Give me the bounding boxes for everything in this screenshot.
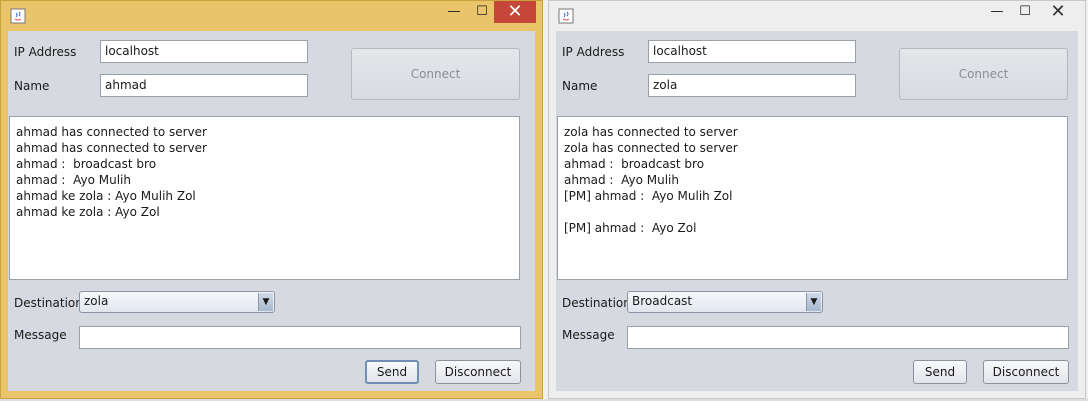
chat-log[interactable]: ahmad has connected to server ahmad has … — [9, 116, 520, 280]
send-button[interactable]: Send — [913, 360, 967, 384]
chat-log-line: zola has connected to server — [564, 141, 738, 155]
chat-log-line: [PM] ahmad : Ayo Zol — [564, 221, 697, 235]
maximize-icon[interactable]: ☐ — [1011, 1, 1039, 23]
chat-window-zola: — ☐ ✕ IP Address localhost Name zola Con… — [548, 0, 1086, 399]
chevron-down-icon[interactable]: ▼ — [258, 293, 273, 311]
message-label: Message — [562, 328, 615, 342]
java-app-icon — [558, 8, 574, 24]
chat-log-line: ahmad : broadcast bro — [564, 157, 705, 171]
disconnect-button[interactable]: Disconnect — [983, 360, 1069, 384]
connect-button[interactable]: Connect — [899, 48, 1068, 100]
destination-value: zola — [84, 294, 109, 308]
chat-log-line: ahmad has connected to server — [16, 125, 207, 139]
chat-log-line — [564, 204, 1061, 220]
title-bar[interactable]: — ☐ ✕ — [1, 1, 542, 31]
chat-log-line: zola has connected to server — [564, 125, 738, 139]
name-label: Name — [562, 79, 598, 93]
name-field[interactable]: ahmad — [100, 74, 308, 97]
ip-address-field[interactable]: localhost — [648, 40, 856, 63]
destination-label: Destination — [562, 296, 631, 310]
chat-log-line: [PM] ahmad : Ayo Mulih Zol — [564, 189, 733, 203]
chat-log-line: ahmad : broadcast bro — [16, 157, 157, 171]
message-field[interactable] — [627, 326, 1069, 349]
chat-panel: IP Address localhost Name zola Connect z… — [556, 31, 1078, 391]
title-bar[interactable]: — ☐ ✕ — [549, 1, 1085, 31]
ip-address-label: IP Address — [14, 45, 77, 59]
name-label: Name — [14, 79, 50, 93]
close-icon[interactable]: ✕ — [494, 1, 536, 23]
chat-window-ahmad: — ☐ ✕ IP Address localhost Name ahmad Co… — [0, 0, 543, 399]
chat-log-line: ahmad has connected to server — [16, 141, 207, 155]
close-icon[interactable]: ✕ — [1037, 1, 1079, 23]
chat-log[interactable]: zola has connected to server zola has co… — [557, 116, 1068, 280]
ip-address-field[interactable]: localhost — [100, 40, 308, 63]
message-field[interactable] — [79, 326, 521, 349]
destination-value: Broadcast — [632, 294, 693, 308]
chat-log-line: ahmad ke zola : Ayo Mulih Zol — [16, 189, 196, 203]
maximize-icon[interactable]: ☐ — [468, 1, 496, 23]
chevron-down-icon[interactable]: ▼ — [806, 293, 821, 311]
destination-label: Destination — [14, 296, 83, 310]
send-button[interactable]: Send — [365, 360, 419, 384]
connect-button[interactable]: Connect — [351, 48, 520, 100]
chat-log-line: ahmad : Ayo Mulih — [564, 173, 679, 187]
message-label: Message — [14, 328, 67, 342]
name-field[interactable]: zola — [648, 74, 856, 97]
chat-log-line: ahmad ke zola : Ayo Zol — [16, 205, 160, 219]
ip-address-label: IP Address — [562, 45, 625, 59]
disconnect-button[interactable]: Disconnect — [435, 360, 521, 384]
java-app-icon — [10, 8, 26, 24]
minimize-icon[interactable]: — — [983, 1, 1011, 23]
chat-log-line: ahmad : Ayo Mulih — [16, 173, 131, 187]
minimize-icon[interactable]: — — [440, 1, 468, 23]
destination-select[interactable]: zola ▼ — [79, 291, 275, 313]
chat-panel: IP Address localhost Name ahmad Connect … — [8, 31, 535, 391]
destination-select[interactable]: Broadcast ▼ — [627, 291, 823, 313]
